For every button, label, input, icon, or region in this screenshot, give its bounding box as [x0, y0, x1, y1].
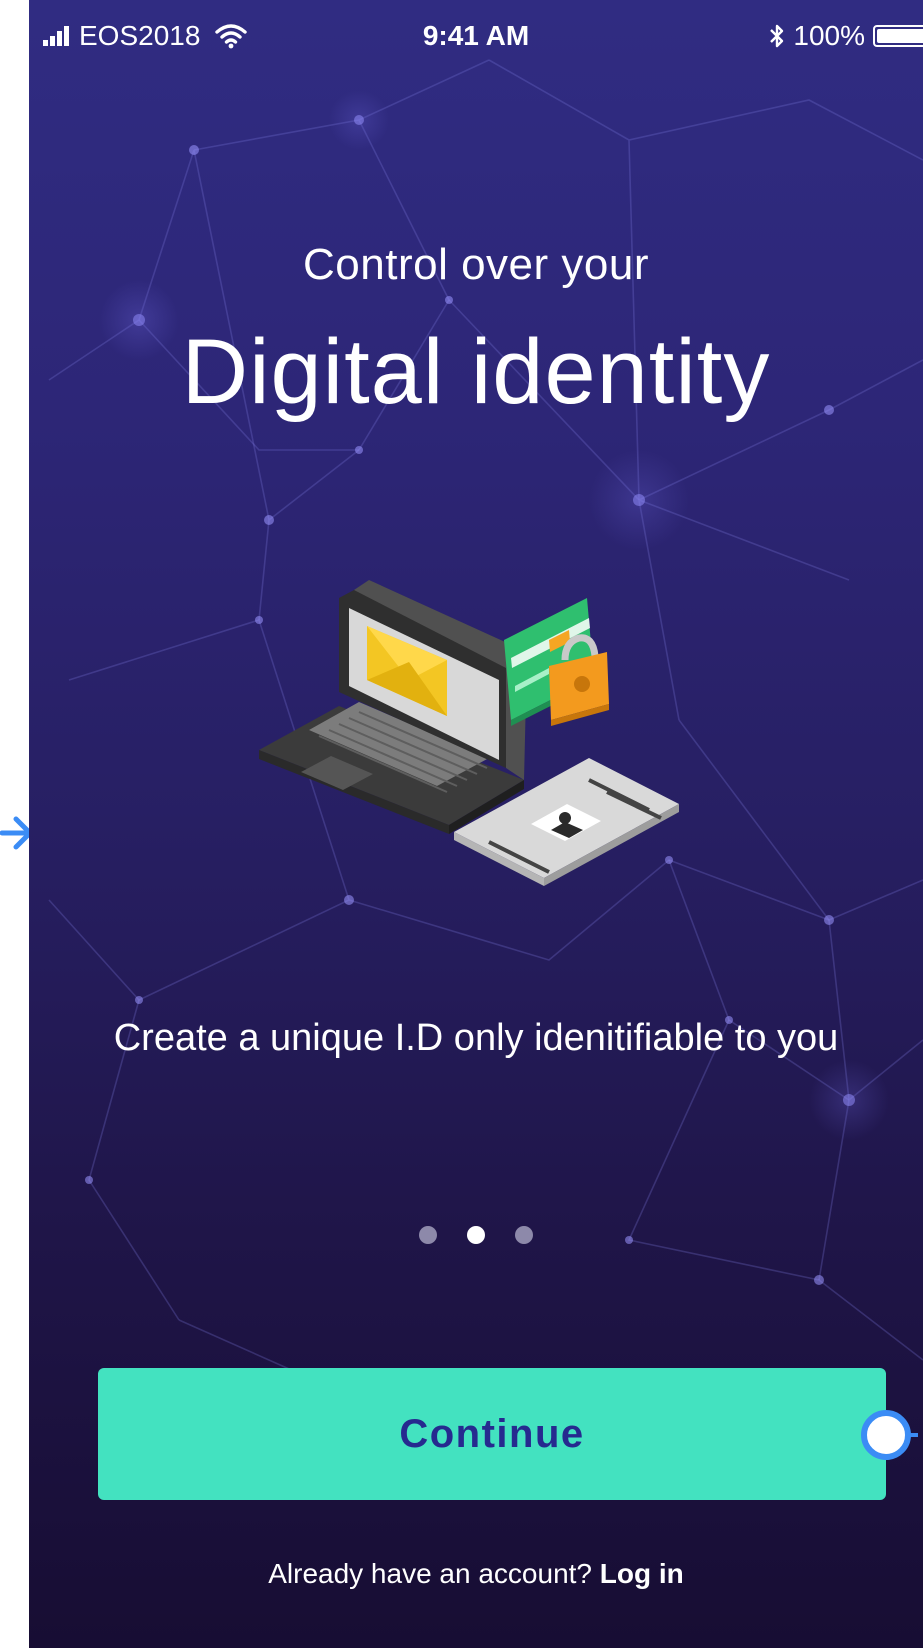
page-indicator[interactable] — [29, 1226, 923, 1244]
battery-fill — [877, 29, 923, 43]
status-right: 100% — [767, 20, 923, 52]
bluetooth-icon — [770, 24, 784, 48]
hero-subtitle: Control over your — [303, 240, 649, 289]
login-prompt-text: Already have an account? — [268, 1558, 592, 1589]
onboarding-caption: Create a unique I.D only idenitifiable t… — [113, 1017, 839, 1059]
continue-button[interactable]: Continue — [98, 1368, 886, 1500]
phone-screen: EOS2018 9:41 AM 100% Control over your D… — [29, 0, 923, 1648]
hero-title: Digital identity — [181, 321, 771, 423]
login-link[interactable]: Log in — [600, 1558, 684, 1589]
prototype-link-node-icon — [861, 1410, 918, 1460]
laptop-id-card-lock-illustration-icon — [259, 580, 679, 886]
login-prompt-line: Already have an account? Log in — [29, 1558, 923, 1590]
battery-icon — [873, 25, 923, 47]
artboard: EOS2018 9:41 AM 100% Control over your D… — [0, 0, 923, 1648]
page-dot-2-active[interactable] — [467, 1226, 485, 1244]
battery-percentage: 100% — [793, 20, 865, 51]
page-dot-3[interactable] — [515, 1226, 533, 1244]
status-bar: EOS2018 9:41 AM 100% — [29, 0, 923, 76]
page-dot-1[interactable] — [419, 1226, 437, 1244]
